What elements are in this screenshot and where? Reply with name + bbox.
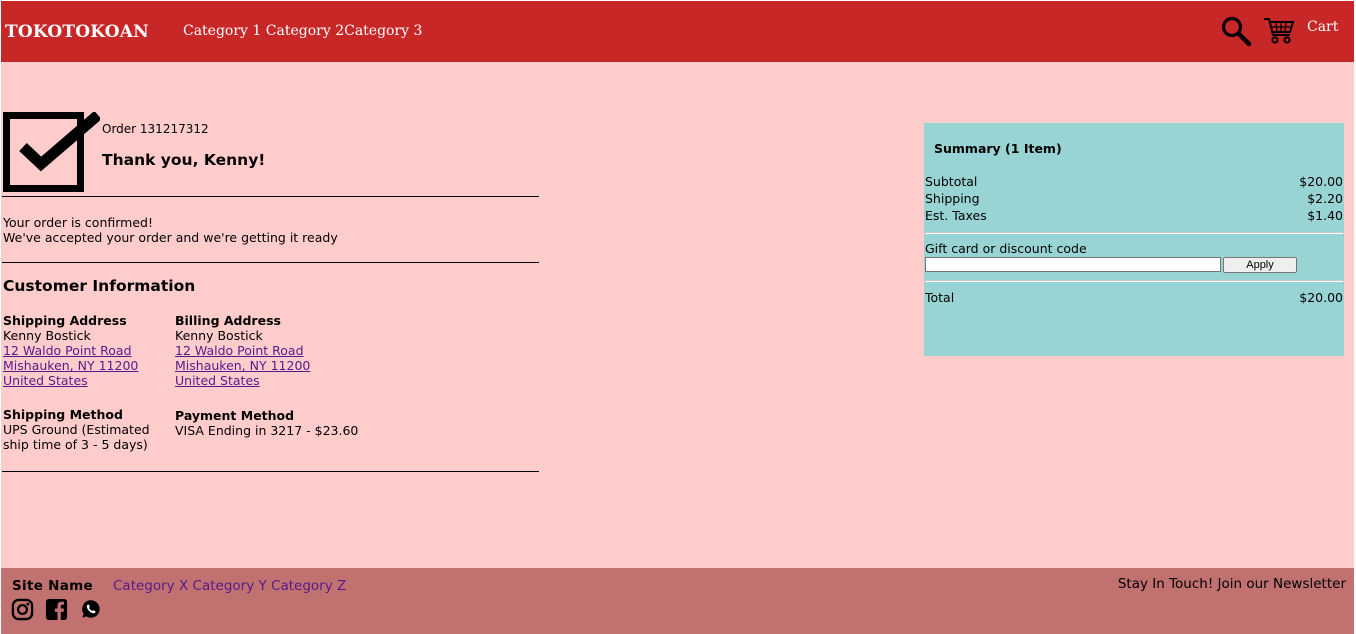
billing-address: Billing Address Kenny Bostick 12 Waldo P… [175, 313, 310, 388]
shipping-method-label: Shipping Method [3, 407, 123, 422]
nav-category-2[interactable]: Category 2 [266, 23, 344, 39]
order-number: Order 131217312 [102, 122, 209, 136]
shipping-address-name: Kenny Bostick [3, 328, 91, 343]
subtotal-label: Subtotal [925, 174, 978, 189]
brand-logo[interactable]: TOKOTOKOAN [5, 22, 149, 42]
footer-category-y[interactable]: Category Y [193, 578, 267, 594]
shipping-method-line-1: UPS Ground (Estimated [3, 422, 150, 437]
summary-row-subtotal: Subtotal $20.00 [925, 174, 1343, 190]
shipping-value: $2.20 [1307, 191, 1343, 206]
cart-icon[interactable] [1263, 15, 1295, 45]
shipping-method-line-2: ship time of 3 - 5 days) [3, 437, 148, 452]
payment-method: Payment Method VISA Ending in 3217 - $23… [175, 408, 358, 438]
taxes-label: Est. Taxes [925, 208, 987, 223]
billing-address-name: Kenny Bostick [175, 328, 263, 343]
gift-card-label: Gift card or discount code [925, 241, 1087, 256]
search-icon[interactable] [1220, 15, 1252, 47]
site-header: TOKOTOKOAN Category 1 Category 2Category… [1, 1, 1354, 62]
confirm-line-2: We've accepted your order and we're gett… [3, 230, 338, 245]
billing-address-street-link[interactable]: 12 Waldo Point Road [175, 343, 304, 358]
divider [2, 471, 539, 472]
footer-category-z[interactable]: Category Z [271, 578, 346, 594]
summary-divider [925, 280, 1343, 282]
payment-method-label: Payment Method [175, 408, 295, 423]
shipping-address-city-link[interactable]: Mishauken, NY 11200 [3, 358, 138, 373]
shipping-address-street-link[interactable]: 12 Waldo Point Road [3, 343, 132, 358]
order-confirmed-message: Your order is confirmed! We've accepted … [3, 215, 338, 245]
apply-button[interactable]: Apply [1223, 257, 1297, 273]
gift-card-input[interactable] [925, 257, 1221, 272]
billing-address-label: Billing Address [175, 313, 281, 328]
checkbox-check-icon [3, 110, 102, 192]
divider [2, 262, 539, 263]
summary-row-shipping: Shipping $2.20 [925, 191, 1343, 207]
whatsapp-icon[interactable] [80, 598, 102, 624]
summary-title: Summary (1 Item) [934, 141, 1062, 156]
instagram-icon[interactable] [11, 598, 34, 625]
billing-address-city-link[interactable]: Mishauken, NY 11200 [175, 358, 310, 373]
billing-address-country-link[interactable]: United States [175, 373, 260, 388]
shipping-address-country-link[interactable]: United States [3, 373, 88, 388]
total-label: Total [925, 290, 955, 305]
site-footer: Site Name Category X Category Y Category… [1, 568, 1354, 634]
thank-you-heading: Thank you, Kenny! [102, 151, 266, 169]
summary-row-taxes: Est. Taxes $1.40 [925, 208, 1343, 224]
customer-information-title: Customer Information [3, 277, 196, 295]
shipping-address-label: Shipping Address [3, 313, 127, 328]
shipping-address: Shipping Address Kenny Bostick 12 Waldo … [3, 313, 138, 388]
shipping-method: Shipping Method UPS Ground (Estimated sh… [3, 407, 150, 452]
nav-category-1[interactable]: Category 1 [183, 23, 261, 39]
summary-divider [925, 232, 1343, 234]
payment-method-value: VISA Ending in 3217 - $23.60 [175, 423, 359, 438]
confirm-line-1: Your order is confirmed! [3, 215, 153, 230]
facebook-icon[interactable] [45, 598, 68, 625]
nav-category-3[interactable]: Category 3 [344, 23, 422, 39]
order-summary-panel: Summary (1 Item) Subtotal $20.00 Shippin… [924, 123, 1344, 356]
summary-row-total: Total $20.00 [925, 290, 1343, 306]
footer-category-x[interactable]: Category X [113, 578, 188, 594]
shipping-label: Shipping [925, 191, 980, 206]
newsletter-link[interactable]: Stay In Touch! Join our Newsletter [1118, 576, 1346, 592]
footer-nav: Category X Category Y Category Z [113, 578, 346, 594]
taxes-value: $1.40 [1307, 208, 1343, 223]
main-nav: Category 1 Category 2Category 3 [183, 23, 422, 39]
subtotal-value: $20.00 [1299, 174, 1343, 189]
footer-site-name[interactable]: Site Name [12, 578, 93, 594]
total-value: $20.00 [1299, 290, 1343, 305]
cart-link[interactable]: Cart [1307, 19, 1338, 35]
order-confirmation-main: Order 131217312 Thank you, Kenny! Your o… [1, 62, 1354, 568]
divider [2, 196, 539, 197]
